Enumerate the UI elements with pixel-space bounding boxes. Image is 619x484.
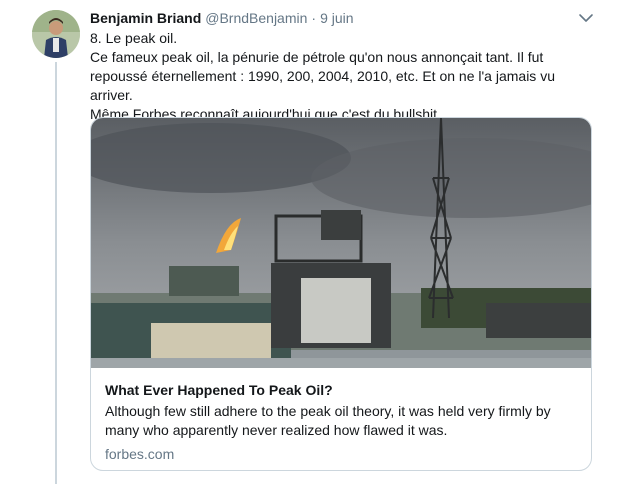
card-domain: forbes.com	[105, 446, 175, 462]
avatar[interactable]	[32, 10, 80, 58]
tweet-line: repoussé éternellement : 1990, 200, 2004…	[90, 68, 555, 103]
card-body: What Ever Happened To Peak Oil? Although…	[91, 368, 591, 464]
author-handle[interactable]: @BrndBenjamin	[205, 10, 307, 26]
tweet-date[interactable]: 9 juin	[320, 10, 353, 26]
author-name[interactable]: Benjamin Briand	[90, 10, 201, 26]
chevron-down-icon[interactable]	[578, 10, 594, 26]
card-image	[91, 118, 591, 368]
card-description-line: many who apparently never realized how f…	[105, 422, 448, 438]
tweet-line: Ce fameux peak oil, la pénurie de pétrol…	[90, 49, 544, 65]
tweet-header: Benjamin Briand @BrndBenjamin · 9 juin	[90, 8, 595, 28]
card-description-line: Although few still adhere to the peak oi…	[105, 403, 551, 419]
link-card[interactable]: What Ever Happened To Peak Oil? Although…	[90, 117, 592, 471]
tweet-line: 8. Le peak oil.	[90, 30, 178, 46]
thread-line	[55, 62, 57, 484]
tweet-text: 8. Le peak oil. Ce fameux peak oil, la p…	[90, 29, 595, 124]
separator-dot: ·	[311, 10, 317, 26]
tweet: Benjamin Briand @BrndBenjamin · 9 juin 8…	[90, 8, 595, 471]
avatar-photo	[32, 10, 80, 58]
card-title: What Ever Happened To Peak Oil?	[105, 382, 333, 398]
card-description: Although few still adhere to the peak oi…	[105, 402, 577, 440]
